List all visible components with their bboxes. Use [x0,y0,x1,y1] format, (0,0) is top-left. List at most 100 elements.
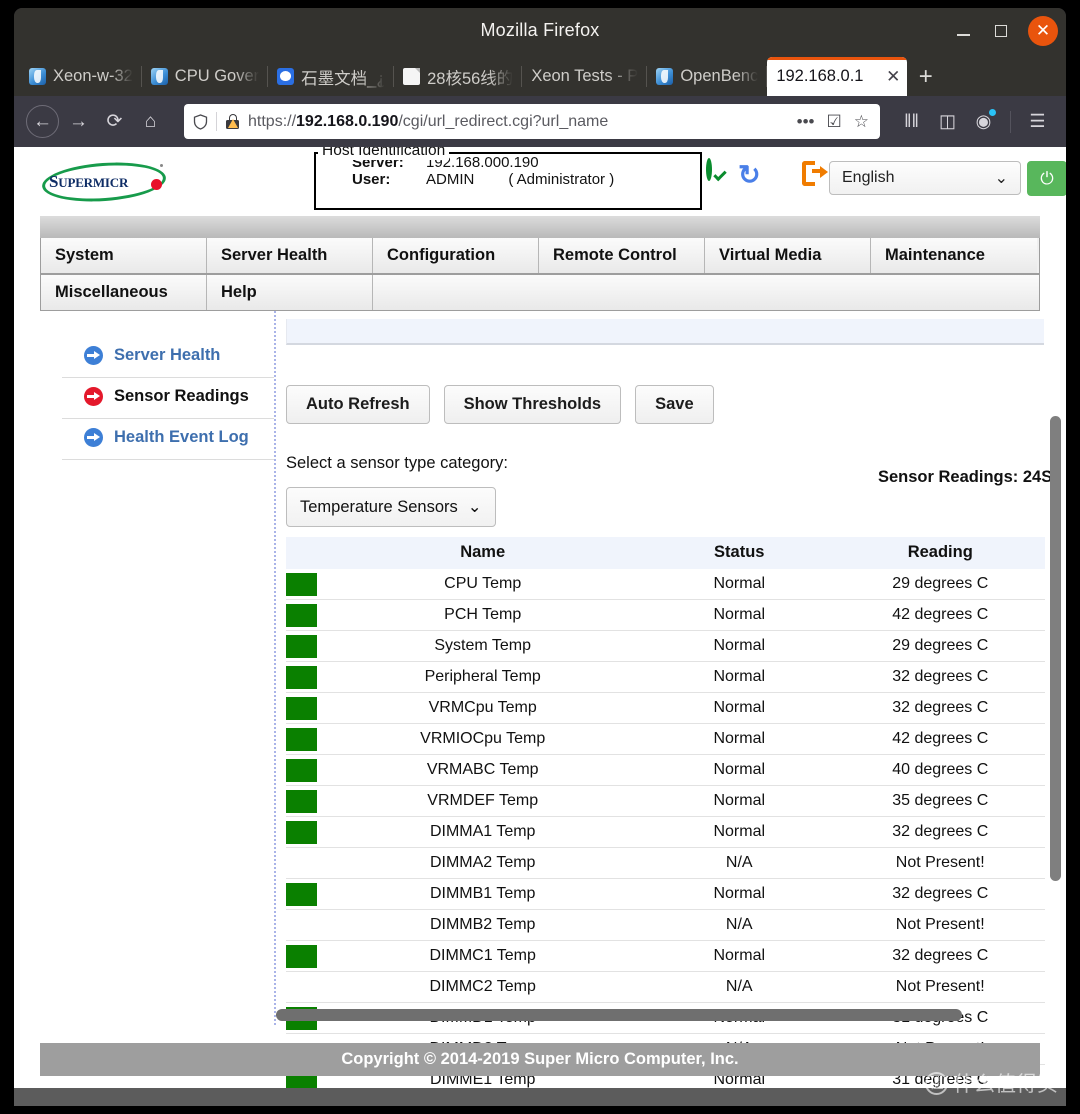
sidebar-item-sensor-readings[interactable]: Sensor Readings [62,378,274,419]
url-text[interactable]: https://192.168.0.190/cgi/url_redirect.c… [248,113,787,131]
green-led-icon [286,666,317,689]
insecure-lock-warning-icon[interactable] [225,114,240,129]
menu-item-maintenance[interactable]: Maintenance [871,238,1037,273]
close-button[interactable]: ✕ [1028,16,1058,46]
browser-tab-5[interactable]: OpenBenc [647,57,767,96]
horizontal-scrollbar-thumb[interactable] [276,1009,962,1021]
browser-tab-6-active[interactable]: 192.168.0.1 ✕ [767,57,907,96]
leaf-icon[interactable] [770,161,798,191]
host-user-value: ADMIN [426,171,474,188]
vertical-scrollbar-thumb[interactable] [1050,416,1061,881]
page-footer: Copyright © 2014-2019 Super Micro Comput… [40,1043,1040,1076]
chevron-down-icon: ⌄ [995,168,1008,188]
column-status: Status [643,537,835,569]
tab-label: 192.168.0.1 [776,67,876,86]
show-thresholds-button[interactable]: Show Thresholds [444,385,622,424]
minimize-button[interactable] [946,14,980,48]
host-user-role: ( Administrator ) [508,171,614,188]
library-icon[interactable]: ‖‖ [895,105,928,138]
host-user-label: User: [352,171,426,188]
new-tab-button[interactable]: + [907,57,944,96]
sensor-type-select[interactable]: Temperature Sensors ⌄ [286,487,496,527]
sensor-name-cell: DIMMC1 Temp [322,941,643,972]
save-button[interactable]: Save [635,385,714,424]
header-gradient-band [40,216,1040,238]
sensor-reading-cell: 42 degrees C [835,600,1045,631]
tab-label: OpenBenc [680,67,758,86]
table-row: VRMDEF TempNormal35 degrees C [286,786,1045,817]
shield-icon[interactable] [193,114,208,130]
tab-strip: Xeon-w-32 CPU Gover 石墨文档_⸘ 28核56线的 Xeon … [14,53,1066,96]
url-bar[interactable]: https://192.168.0.190/cgi/url_redirect.c… [184,104,880,139]
back-icon[interactable]: ← [26,105,59,138]
arrow-right-icon [84,346,103,365]
menu-item-miscellaneous[interactable]: Miscellaneous [41,275,207,310]
table-header-row: Name Status Reading [286,537,1045,569]
home-icon[interactable]: ⌂ [134,105,167,138]
sensor-select-row: Select a sensor type category: Temperatu… [286,424,1066,527]
sensor-name-cell: VRMDEF Temp [322,786,643,817]
table-row: Peripheral TempNormal32 degrees C [286,662,1045,693]
browser-tab-0[interactable]: Xeon-w-32 [20,57,142,96]
logout-icon[interactable] [802,161,830,191]
firefox-favicon-icon [29,68,46,85]
power-button[interactable]: ⏻ [1027,161,1066,196]
green-led-icon [286,573,317,596]
sidebar-icon[interactable]: ◫ [931,105,964,138]
sensor-reading-cell: 29 degrees C [835,569,1045,600]
account-icon[interactable]: ◉ [967,105,1000,138]
reload-icon[interactable]: ⟳ [98,105,131,138]
browser-tab-1[interactable]: CPU Gover [142,57,268,96]
bookmark-star-icon[interactable]: ☆ [852,112,871,132]
reader-mode-icon[interactable]: ☑ [825,112,844,132]
green-led-icon [286,759,317,782]
sensor-status-led [286,693,322,724]
menu-item-configuration[interactable]: Configuration [373,238,539,273]
sensor-reading-cell: 32 degrees C [835,662,1045,693]
host-user-row: User: ADMIN ( Administrator ) [316,171,700,188]
sensor-reading-cell: 29 degrees C [835,631,1045,662]
language-select[interactable]: English ⌄ [829,161,1021,195]
sensor-name-cell: PCH Temp [322,600,643,631]
forward-icon[interactable]: → [62,105,95,138]
page-actions-icon[interactable]: ••• [795,112,817,132]
window-controls: ✕ [946,8,1058,53]
table-row: DIMMB1 TempNormal32 degrees C [286,879,1045,910]
sensor-name-cell: DIMMA2 Temp [322,848,643,879]
sensor-status-led [286,755,322,786]
green-led-icon [286,697,317,720]
green-led-icon [286,728,317,751]
sensor-name-cell: VRMABC Temp [322,755,643,786]
sidebar-item-health-event-log[interactable]: Health Event Log [62,419,274,460]
maximize-button[interactable] [984,14,1018,48]
column-reading: Reading [835,537,1045,569]
column-led [286,537,322,569]
status-ok-icon[interactable] [706,161,734,191]
vertical-scrollbar[interactable] [1050,416,1061,881]
app-menu-icon[interactable]: ☰ [1021,105,1054,138]
arrow-right-icon [84,428,103,447]
menu-item-remote-control[interactable]: Remote Control [539,238,705,273]
browser-tab-2[interactable]: 石墨文档_⸘ [268,57,394,96]
close-icon[interactable]: ✕ [883,68,903,85]
firefox-favicon-icon [151,68,168,85]
horizontal-scrollbar[interactable] [276,1009,1030,1021]
auto-refresh-button[interactable]: Auto Refresh [286,385,430,424]
menu-item-virtual-media[interactable]: Virtual Media [705,238,871,273]
toolbar-divider [1010,111,1011,133]
sidebar-item-server-health[interactable]: Server Health [62,337,274,378]
refresh-icon[interactable]: ↻ [738,161,766,191]
sensor-category-label: Select a sensor type category: [286,454,508,473]
sensor-reading-cell: Not Present! [835,910,1045,941]
sensor-count-label: Sensor Readings: 24Se [878,468,1060,487]
menu-item-help[interactable]: Help [207,275,373,310]
table-body: CPU TempNormal29 degrees CPCH TempNormal… [286,569,1045,1106]
browser-tab-4[interactable]: Xeon Tests - P [522,57,647,96]
menu-item-server-health[interactable]: Server Health [207,238,373,273]
browser-tab-3[interactable]: 28核56线的 [394,57,522,96]
menu-item-system[interactable]: System [41,238,207,273]
sensor-status-cell: N/A [643,848,835,879]
window-titlebar: Mozilla Firefox ✕ [14,8,1066,53]
sidebar: Server Health Sensor Readings Health Eve… [40,311,276,1025]
chevron-down-icon: ⌄ [468,497,482,517]
